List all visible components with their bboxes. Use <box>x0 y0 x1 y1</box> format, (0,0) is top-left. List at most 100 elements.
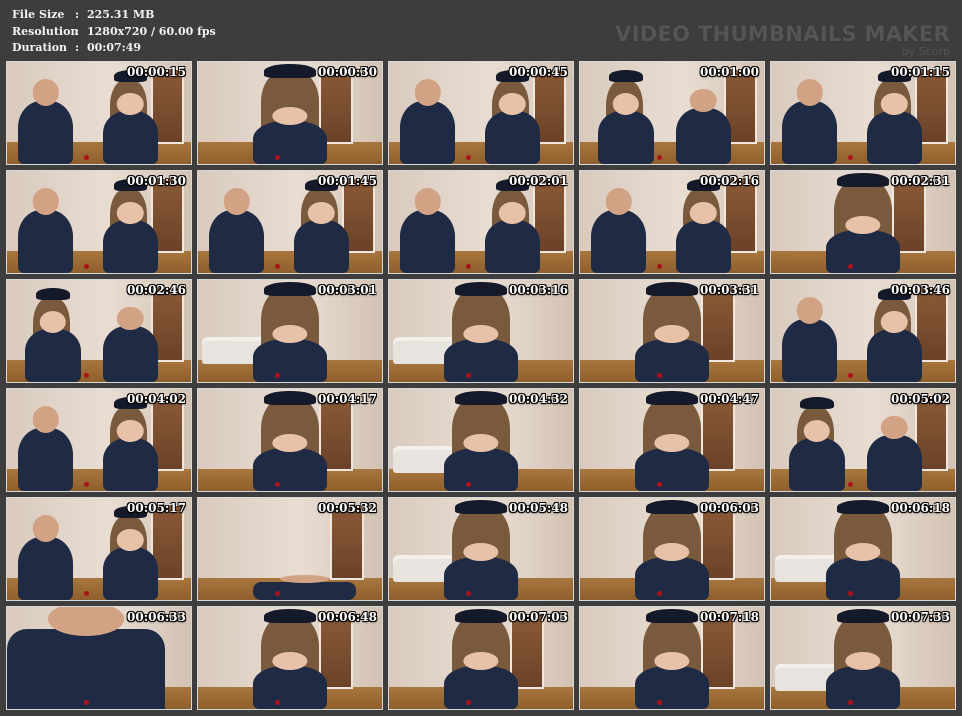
thumbnail-timestamp: 00:01:00 <box>700 65 759 79</box>
video-thumbnail[interactable]: 00:02:31 <box>770 170 956 274</box>
man-figure <box>18 209 74 273</box>
thumbnail-timestamp: 00:03:16 <box>509 283 568 297</box>
video-thumbnail[interactable]: 00:03:46 <box>770 279 956 383</box>
man-figure <box>400 209 456 273</box>
video-thumbnail[interactable]: 00:06:03 <box>579 497 765 601</box>
video-thumbnail[interactable]: 00:06:33 <box>6 606 192 710</box>
woman-figure <box>635 557 709 600</box>
police-cap-shape <box>609 70 643 83</box>
woman-figure <box>25 328 81 382</box>
thumbnail-timestamp: 00:03:01 <box>318 283 377 297</box>
video-thumbnail[interactable]: 00:05:48 <box>388 497 574 601</box>
police-cap-shape <box>264 282 316 297</box>
video-thumbnail[interactable]: 00:04:32 <box>388 388 574 492</box>
woman-figure <box>444 557 518 600</box>
police-cap-shape <box>837 173 889 188</box>
police-cap-shape <box>800 397 834 410</box>
video-thumbnail[interactable]: 00:01:30 <box>6 170 192 274</box>
man-figure <box>7 629 166 709</box>
video-thumbnail[interactable]: 00:00:45 <box>388 61 574 165</box>
video-thumbnail[interactable]: 00:05:02 <box>770 388 956 492</box>
thumbnail-timestamp: 00:00:15 <box>127 65 186 79</box>
woman-figure <box>253 448 327 491</box>
woman-figure <box>826 230 900 273</box>
woman-figure <box>635 666 709 709</box>
police-cap-shape <box>646 391 698 406</box>
woman-figure <box>826 557 900 600</box>
woman-figure <box>102 437 158 491</box>
info-row: Duration:00:07:49 <box>12 40 216 57</box>
police-cap-shape <box>264 64 316 79</box>
thumbnail-timestamp: 00:02:16 <box>700 174 759 188</box>
police-cap-shape <box>455 282 507 297</box>
video-thumbnail[interactable]: 00:02:46 <box>6 279 192 383</box>
police-cap-shape <box>837 609 889 624</box>
woman-figure <box>789 437 845 491</box>
woman-figure <box>293 219 349 273</box>
info-separator: : <box>75 24 80 38</box>
man-figure <box>209 209 265 273</box>
video-thumbnail[interactable]: 00:03:01 <box>197 279 383 383</box>
info-value: 225.31 MB <box>87 8 155 21</box>
thumbnail-grid: 00:00:15 00:00:30 00:00:45 00:01:00 00:01:15… <box>6 61 956 710</box>
video-thumbnail[interactable]: 00:07:33 <box>770 606 956 710</box>
woman-figure <box>444 448 518 491</box>
video-thumbnail[interactable]: 00:05:32 <box>197 497 383 601</box>
thumbnail-timestamp: 00:00:30 <box>318 65 377 79</box>
video-thumbnail[interactable]: 00:03:31 <box>579 279 765 383</box>
video-thumbnail[interactable]: 00:05:17 <box>6 497 192 601</box>
video-thumbnail[interactable]: 00:06:18 <box>770 497 956 601</box>
thumbnail-timestamp: 00:00:45 <box>509 65 568 79</box>
video-thumbnail[interactable]: 00:07:03 <box>388 606 574 710</box>
woman-figure <box>102 546 158 600</box>
thumbnail-timestamp: 00:05:02 <box>891 392 950 406</box>
man-figure <box>253 581 357 600</box>
woman-figure <box>444 339 518 382</box>
video-thumbnail[interactable]: 00:06:48 <box>197 606 383 710</box>
door-shape <box>330 504 364 580</box>
police-cap-shape <box>837 500 889 515</box>
thumbnail-timestamp: 00:07:18 <box>700 610 759 624</box>
video-thumbnail[interactable]: 00:07:18 <box>579 606 765 710</box>
thumbnail-timestamp: 00:01:15 <box>891 65 950 79</box>
man-figure <box>400 100 456 164</box>
woman-figure <box>866 110 922 164</box>
info-row: Resolution:1280x720 / 60.00 fps <box>12 24 216 41</box>
video-thumbnail[interactable]: 00:00:15 <box>6 61 192 165</box>
woman-figure <box>102 110 158 164</box>
police-cap-shape <box>646 500 698 515</box>
thumbnail-timestamp: 00:02:31 <box>891 174 950 188</box>
thumbnail-timestamp: 00:06:18 <box>891 501 950 515</box>
video-thumbnail[interactable]: 00:01:15 <box>770 61 956 165</box>
info-value: 00:07:49 <box>87 41 142 54</box>
video-thumbnail[interactable]: 00:03:16 <box>388 279 574 383</box>
woman-figure <box>253 121 327 164</box>
man-figure <box>782 318 838 382</box>
police-cap-shape <box>264 609 316 624</box>
video-thumbnail[interactable]: 00:02:16 <box>579 170 765 274</box>
thumbnail-timestamp: 00:05:32 <box>318 501 377 515</box>
video-thumbnail[interactable]: 00:01:00 <box>579 61 765 165</box>
man-figure <box>866 434 922 491</box>
video-thumbnail[interactable]: 00:04:17 <box>197 388 383 492</box>
woman-figure <box>866 328 922 382</box>
man-figure <box>591 209 647 273</box>
video-thumbnail[interactable]: 00:04:47 <box>579 388 765 492</box>
man-figure <box>782 100 838 164</box>
thumbnail-timestamp: 00:05:48 <box>509 501 568 515</box>
thumbnail-timestamp: 00:05:17 <box>127 501 186 515</box>
man-figure <box>18 427 74 491</box>
video-thumbnail[interactable]: 00:04:02 <box>6 388 192 492</box>
thumbnail-timestamp: 00:01:30 <box>127 174 186 188</box>
video-thumbnail[interactable]: 00:02:01 <box>388 170 574 274</box>
file-info-panel: File Size:225.31 MB Resolution:1280x720 /… <box>12 7 216 57</box>
video-thumbnail[interactable]: 00:01:45 <box>197 170 383 274</box>
police-cap-shape <box>36 288 70 301</box>
police-cap-shape <box>646 282 698 297</box>
woman-figure <box>484 110 540 164</box>
woman-figure <box>635 448 709 491</box>
woman-figure <box>635 339 709 382</box>
thumbnail-timestamp: 00:03:31 <box>700 283 759 297</box>
video-thumbnail[interactable]: 00:00:30 <box>197 61 383 165</box>
woman-figure <box>598 110 654 164</box>
